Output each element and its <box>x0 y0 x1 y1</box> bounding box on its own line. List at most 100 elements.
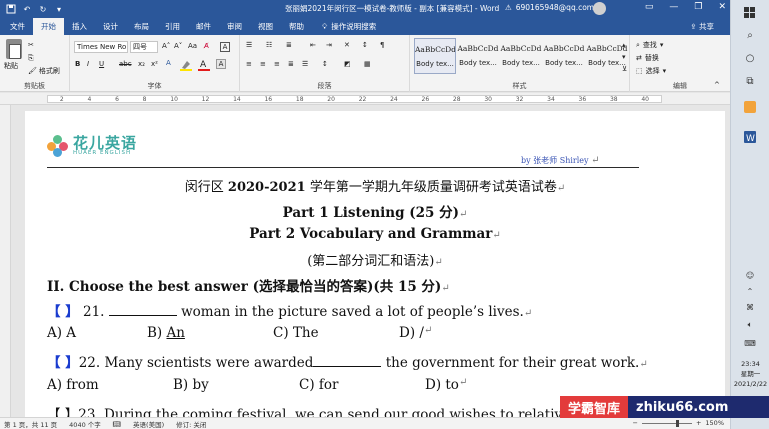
tab-references[interactable]: 引用 <box>157 18 188 35</box>
underline-button[interactable]: U <box>99 60 104 68</box>
tab-mailings[interactable]: 邮件 <box>188 18 219 35</box>
replace-button[interactable]: ⇄ 替换 <box>636 53 659 63</box>
find-button[interactable]: ⌕ 查找 ▾ <box>636 40 663 50</box>
input-method-icon[interactable]: ⌨ <box>741 336 759 350</box>
proofing-icon[interactable]: 📖︎ <box>113 420 121 428</box>
document-area[interactable]: 花儿英语 HUAER ENGLISH by 张老师 Shirley ↵ 闵行区 … <box>11 105 730 417</box>
shading-icon[interactable]: ◩ <box>344 60 351 68</box>
horizontal-ruler[interactable]: 2 4 6 8 10 12 14 16 18 20 22 24 26 28 30 32 34 36 38 40 <box>0 93 730 105</box>
network-icon[interactable]: ⌘ <box>741 300 759 314</box>
ribbon-display-icon[interactable]: ▭ <box>645 2 654 12</box>
superscript-button[interactable]: x² <box>151 60 158 68</box>
volume-icon[interactable]: 🔈︎ <box>741 318 759 332</box>
people-icon[interactable]: ☺ <box>741 268 759 282</box>
distributed-icon[interactable]: ☰ <box>302 60 308 68</box>
style-item[interactable]: AaBbCcDd Body tex... <box>543 38 585 74</box>
word-count[interactable]: 4040 个字 <box>69 419 101 429</box>
task-view-icon[interactable]: ⧉ <box>741 74 759 88</box>
customize-qat-icon[interactable]: ▾ <box>54 4 64 14</box>
tray-chevron-icon[interactable]: ⌃ <box>741 284 759 298</box>
styles-scroll-down-icon[interactable]: ▾ <box>622 53 626 61</box>
highlight-icon[interactable] <box>180 59 192 71</box>
bold-button[interactable]: B <box>75 60 80 68</box>
tab-view[interactable]: 视图 <box>250 18 281 35</box>
line-spacing-icon[interactable]: ↕ <box>322 60 328 68</box>
subscript-button[interactable]: x₂ <box>138 60 145 68</box>
track-changes-indicator[interactable]: 修订: 关闭 <box>176 419 206 429</box>
zoom-level[interactable]: 150% <box>705 419 724 427</box>
zoom-in-button[interactable]: + <box>696 419 701 427</box>
undo-icon[interactable]: ↶ <box>22 4 32 14</box>
increase-indent-icon[interactable]: ⇥ <box>326 41 332 49</box>
paste-button[interactable]: 粘贴 <box>4 61 18 71</box>
select-button[interactable]: ⬚ 选择 ▾ <box>636 66 666 76</box>
chinese-layout-icon[interactable]: ✕ <box>344 41 350 49</box>
restore-button[interactable]: ❐ <box>694 2 702 12</box>
text-effects-icon[interactable]: A <box>166 59 171 67</box>
account-name[interactable]: ⚠ 690165948@qq.com <box>505 3 594 12</box>
paste-icon[interactable] <box>6 39 22 59</box>
redo-icon[interactable]: ↻ <box>38 4 48 14</box>
decrease-indent-icon[interactable]: ⇤ <box>310 41 316 49</box>
clear-format-icon[interactable]: A̸ <box>204 42 209 50</box>
autosave-icon[interactable] <box>6 4 16 14</box>
tab-design[interactable]: 设计 <box>95 18 126 35</box>
zoom-slider-thumb[interactable] <box>675 419 679 427</box>
collapse-ribbon-icon[interactable]: ^ <box>714 81 720 89</box>
show-marks-icon[interactable]: ¶ <box>380 41 384 49</box>
cut-icon[interactable]: ✂ <box>28 41 34 49</box>
format-painter-button[interactable]: 🖌︎ 格式刷 <box>28 66 60 76</box>
style-item[interactable]: AaBbCcDd Body tex... <box>500 38 542 74</box>
font-size-select[interactable]: 四号 <box>130 41 158 53</box>
zoom-slider[interactable] <box>641 419 692 427</box>
style-item[interactable]: AaBbCcDd Body tex... <box>414 38 456 74</box>
word-app-icon[interactable]: W <box>741 130 759 144</box>
char-border-icon[interactable]: A <box>220 42 230 52</box>
align-center-icon[interactable]: ≡ <box>260 60 266 68</box>
page-count[interactable]: 第 1 页，共 11 页 <box>4 419 57 429</box>
minimize-button[interactable]: — <box>669 2 678 12</box>
clock-time[interactable]: 23:34 <box>731 360 769 369</box>
clipboard-label: 剪贴板 <box>24 82 45 90</box>
change-case-button[interactable]: Aa <box>188 42 197 50</box>
align-left-icon[interactable]: ≡ <box>246 60 252 68</box>
strikethrough-button[interactable]: abc <box>119 60 132 68</box>
vertical-ruler[interactable] <box>0 105 11 417</box>
italic-button[interactable]: I <box>87 60 89 68</box>
clock-date[interactable]: 2021/2/22 <box>731 380 769 389</box>
grow-font-button[interactable]: A˄ <box>162 42 170 50</box>
tab-home[interactable]: 开始 <box>33 18 64 35</box>
app-icon[interactable] <box>741 100 759 114</box>
share-button[interactable]: ⇪ 共享 <box>690 21 714 32</box>
multilevel-list-icon[interactable]: ≣ <box>286 41 292 49</box>
numbering-icon[interactable]: ☷ <box>266 41 272 49</box>
justify-icon[interactable]: ≣ <box>288 60 294 68</box>
font-name-select[interactable]: Times New Ro <box>74 41 128 53</box>
tab-insert[interactable]: 插入 <box>64 18 95 35</box>
tell-me-search[interactable]: 💡︎ 操作说明搜索 <box>312 18 384 35</box>
styles-more-icon[interactable]: ⊻ <box>622 65 627 73</box>
windows-start-icon[interactable] <box>741 6 759 20</box>
cortana-icon[interactable]: ○ <box>741 51 759 65</box>
tab-layout[interactable]: 布局 <box>126 18 157 35</box>
avatar[interactable] <box>593 2 606 15</box>
styles-scroll-up-icon[interactable]: ▴ <box>622 41 626 49</box>
copy-icon[interactable]: ⎘ <box>28 54 34 63</box>
font-color-icon[interactable]: A <box>198 59 210 71</box>
sort-icon[interactable]: ↕ <box>362 41 368 49</box>
tab-review[interactable]: 审阅 <box>219 18 250 35</box>
zoom-out-button[interactable]: − <box>633 419 638 427</box>
search-icon[interactable]: ⌕ <box>741 28 759 42</box>
tab-file[interactable]: 文件 <box>2 18 33 35</box>
language-indicator[interactable]: 英语(美国) <box>133 419 164 429</box>
shrink-font-button[interactable]: A˅ <box>174 42 182 50</box>
tab-help[interactable]: 帮助 <box>281 18 312 35</box>
bullets-icon[interactable]: ☰ <box>246 41 252 49</box>
char-shading-icon[interactable]: A <box>216 59 226 69</box>
borders-icon[interactable]: ▦ <box>364 60 371 68</box>
align-right-icon[interactable]: ≡ <box>274 60 280 68</box>
document-page[interactable]: 花儿英语 HUAER ENGLISH by 张老师 Shirley ↵ 闵行区 … <box>25 111 725 417</box>
clock-weekday[interactable]: 星期一 <box>731 370 769 379</box>
style-item[interactable]: AaBbCcDd Body tex... <box>457 38 499 74</box>
close-button[interactable]: ✕ <box>718 2 726 12</box>
